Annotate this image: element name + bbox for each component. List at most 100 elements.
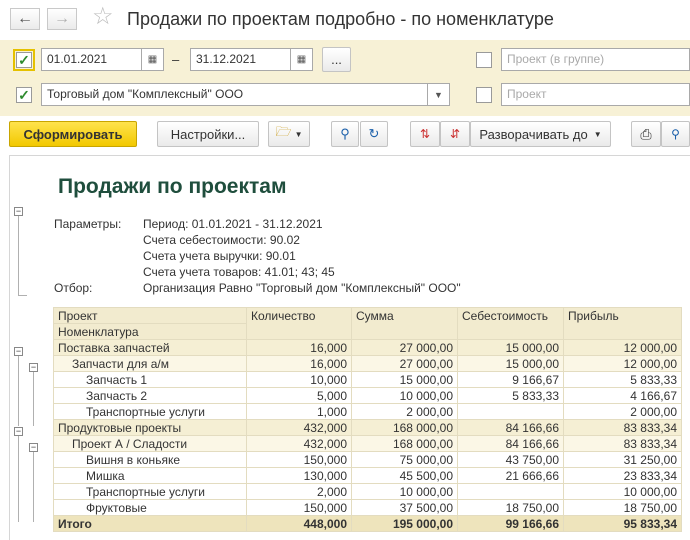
- row-cost: [457, 403, 564, 420]
- print-button[interactable]: ⎙: [631, 121, 661, 147]
- organization-field[interactable]: Торговый дом "Комплексный" ООО: [41, 83, 428, 106]
- total-profit: 95 833,34: [563, 515, 682, 532]
- variants-button[interactable]: 🗁 ▼: [268, 121, 310, 147]
- total-name: Итого: [53, 515, 247, 532]
- project-group-checkbox[interactable]: [476, 52, 492, 68]
- row-name: Запчасть 1: [53, 371, 247, 388]
- date-to-field[interactable]: 31.12.2021: [190, 48, 291, 71]
- row-qty: 130,000: [246, 467, 352, 484]
- row-qty: 150,000: [246, 451, 352, 468]
- row-profit: 18 750,00: [563, 499, 682, 516]
- row-qty: 5,000: [246, 387, 352, 404]
- chevron-down-icon: ▼: [294, 129, 303, 139]
- period-select-button[interactable]: ...: [322, 47, 351, 72]
- row-cost: 15 000,00: [457, 339, 564, 356]
- expand-to-label: Разворачивать до: [479, 126, 588, 142]
- calendar-icon[interactable]: ▦: [291, 48, 313, 71]
- row-sum: 10 000,00: [351, 483, 458, 500]
- table-row-item[interactable]: Мишка 130,000 45 500,00 21 666,66 23 833,34: [53, 467, 682, 484]
- param-line: Счета себестоимости: 90.02: [143, 233, 300, 247]
- row-profit: 83 833,34: [563, 435, 682, 452]
- header-row: Проект Количество Сумма Себестоимость Пр…: [53, 307, 682, 340]
- filter-label: Отбор:: [54, 281, 93, 295]
- sort-desc-button[interactable]: ⇵: [440, 121, 470, 147]
- table-row-item[interactable]: Запчасть 2 5,000 10 000,00 5 833,33 4 166,67: [53, 387, 682, 404]
- generate-button[interactable]: Сформировать: [9, 121, 137, 147]
- row-name: Вишня в коньяке: [53, 451, 247, 468]
- collapse-icon[interactable]: −: [29, 443, 38, 452]
- refresh-search-icon: ↻: [368, 126, 380, 141]
- row-cost: 43 750,00: [457, 451, 564, 468]
- row-sum: 45 500,00: [351, 467, 458, 484]
- project-group-field[interactable]: Проект (в группе): [501, 48, 690, 71]
- star-icon[interactable]: ☆: [92, 5, 114, 29]
- table-row-item[interactable]: Фруктовые 150,000 37 500,00 18 750,00 18 750…: [53, 499, 682, 516]
- row-profit: 31 250,00: [563, 451, 682, 468]
- row-cost: 18 750,00: [457, 499, 564, 516]
- row-name: Проект А / Сладости: [53, 435, 247, 452]
- dropdown-icon[interactable]: ▼: [428, 83, 450, 106]
- forward-button[interactable]: →: [47, 8, 77, 30]
- project-checkbox[interactable]: [476, 87, 492, 103]
- row-name: Транспортные услуги: [53, 403, 247, 420]
- collapse-icon[interactable]: −: [29, 363, 38, 372]
- total-cost: 99 166,66: [457, 515, 564, 532]
- row-profit: 12 000,00: [563, 355, 682, 372]
- filter-value: Организация Равно "Торговый дом "Комплек…: [143, 281, 461, 295]
- period-checkbox[interactable]: ✓: [13, 49, 35, 71]
- table-row-group[interactable]: Продуктовые проекты 432,000 168 000,00 84 1…: [53, 419, 682, 436]
- col-cost-header: Себестоимость: [457, 307, 564, 340]
- col-sum-header: Сумма: [351, 307, 458, 340]
- table-row-item[interactable]: Вишня в коньяке 150,000 75 000,00 43 750,00…: [53, 451, 682, 468]
- collapse-icon[interactable]: −: [14, 427, 23, 436]
- row-name: Транспортные услуги: [53, 483, 247, 500]
- sort-ascending-icon: ⇅: [419, 127, 431, 141]
- param-line: Счета учета выручки: 90.01: [143, 249, 296, 263]
- back-button[interactable]: ←: [10, 8, 40, 30]
- row-profit: 5 833,33: [563, 371, 682, 388]
- project-field[interactable]: Проект: [501, 83, 690, 106]
- tree-line: [33, 372, 34, 426]
- tree-line: [18, 436, 19, 522]
- row-qty: 2,000: [246, 483, 352, 500]
- table-row-group[interactable]: Проект А / Сладости 432,000 168 000,00 84 1…: [53, 435, 682, 452]
- preview-button[interactable]: ⚲: [661, 121, 690, 147]
- total-sum: 195 000,00: [351, 515, 458, 532]
- table-row-item[interactable]: Запчасть 1 10,000 15 000,00 9 166,67 5 833,3…: [53, 371, 682, 388]
- report-area[interactable]: − Продажи по проектам Параметры: Период:…: [9, 155, 690, 540]
- arrow-left-icon: ←: [17, 10, 33, 27]
- table-row-item[interactable]: Транспортные услуги 2,000 10 000,00 10 000,…: [53, 483, 682, 500]
- total-row: Итого 448,000 195 000,00 99 166,66 95 833,34: [53, 515, 682, 532]
- collapse-icon[interactable]: −: [14, 207, 23, 216]
- row-qty: 432,000: [246, 435, 352, 452]
- organization-checkbox[interactable]: ✓: [16, 87, 32, 103]
- row-sum: 27 000,00: [351, 355, 458, 372]
- param-line: Период: 01.01.2021 - 31.12.2021: [143, 217, 323, 231]
- row-sum: 2 000,00: [351, 403, 458, 420]
- collapse-icon[interactable]: −: [14, 347, 23, 356]
- row-cost: 84 166,66: [457, 419, 564, 436]
- row-name: Продуктовые проекты: [53, 419, 247, 436]
- row-name: Мишка: [53, 467, 247, 484]
- settings-button[interactable]: Настройки...: [157, 121, 259, 147]
- table-row-group[interactable]: Поставка запчастей 16,000 27 000,00 15 000,…: [53, 339, 682, 356]
- row-qty: 150,000: [246, 499, 352, 516]
- row-cost: 9 166,67: [457, 371, 564, 388]
- sort-asc-button[interactable]: ⇅: [410, 121, 440, 147]
- row-profit: 23 833,34: [563, 467, 682, 484]
- col-profit-header: Прибыль: [563, 307, 682, 340]
- search-refresh-button[interactable]: ↻: [360, 121, 388, 147]
- table-row-item[interactable]: Транспортные услуги 1,000 2 000,00 2 000,00: [53, 403, 682, 420]
- date-from-field[interactable]: 01.01.2021: [41, 48, 142, 71]
- calendar-icon[interactable]: ▦: [142, 48, 164, 71]
- search-button[interactable]: ⚲: [331, 121, 359, 147]
- print-preview-icon: ⚲: [671, 127, 680, 141]
- expand-to-button[interactable]: Разворачивать до ▼: [470, 121, 611, 147]
- row-sum: 75 000,00: [351, 451, 458, 468]
- table-row-group[interactable]: Запчасти для а/м 16,000 27 000,00 15 000,00…: [53, 355, 682, 372]
- row-cost: 15 000,00: [457, 355, 564, 372]
- search-icon: ⚲: [340, 126, 350, 141]
- row-cost: 21 666,66: [457, 467, 564, 484]
- row-cost: [457, 483, 564, 500]
- col-project-header: Проект: [53, 307, 247, 324]
